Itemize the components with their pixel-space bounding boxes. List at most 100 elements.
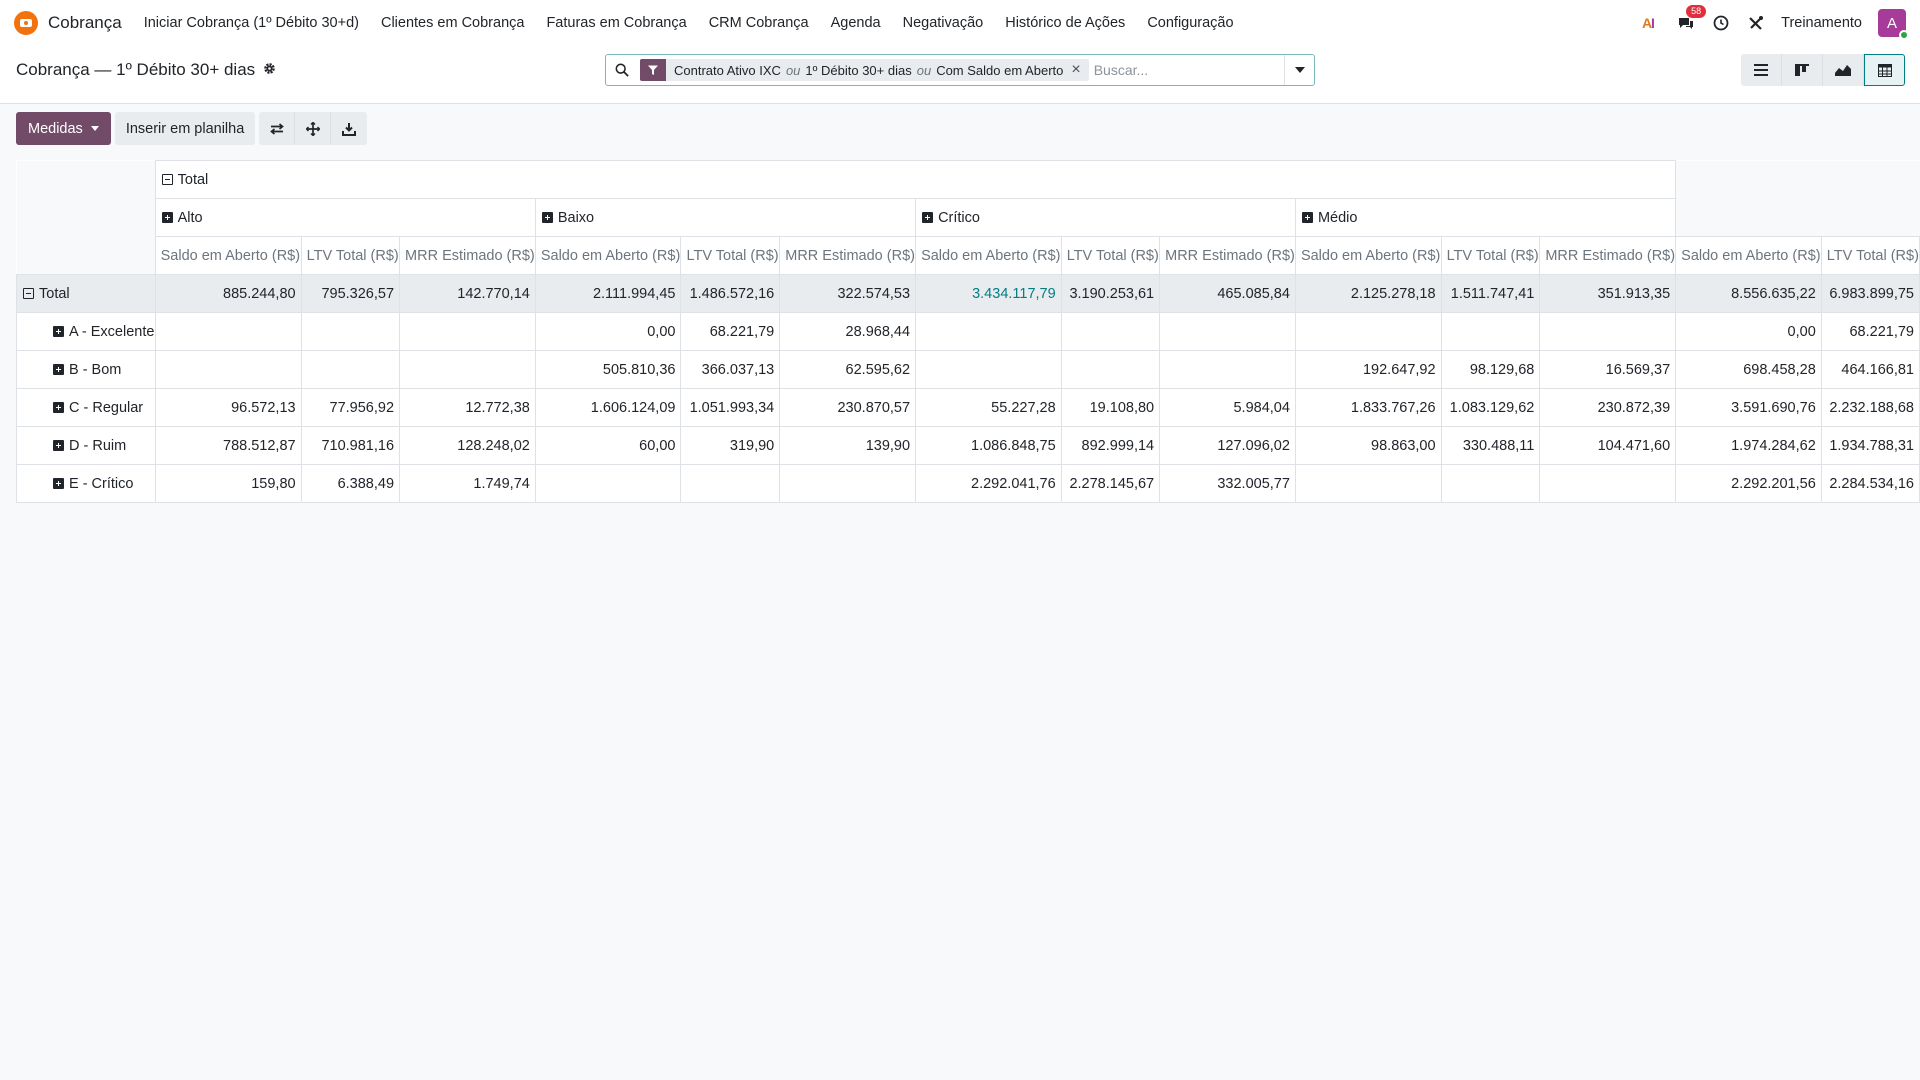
pivot-cell[interactable]	[399, 312, 536, 351]
pivot-cell[interactable]: 505.810,36	[534, 350, 682, 389]
menu-item-iniciar-cobranca[interactable]: Iniciar Cobrança (1º Débito 30+d)	[144, 15, 359, 31]
search-input[interactable]	[1088, 62, 1284, 78]
pivot-cell[interactable]: 5.984,04	[1159, 388, 1296, 427]
pivot-cell[interactable]	[1159, 312, 1296, 351]
pivot-cell[interactable]	[1294, 464, 1442, 503]
measure-header[interactable]: LTV Total (R$)	[300, 236, 401, 275]
col-header-baixo[interactable]: Baixo	[534, 198, 917, 237]
pivot-cell[interactable]: 1.486.572,16	[680, 274, 781, 313]
measure-header[interactable]: Saldo em Aberto (R$)	[915, 236, 1062, 275]
pivot-cell[interactable]	[300, 350, 401, 389]
measure-header[interactable]: MRR Estimado (R$)	[1539, 236, 1677, 275]
measure-header[interactable]: LTV Total (R$)	[1820, 236, 1920, 275]
list-view-icon[interactable]	[1741, 54, 1782, 86]
measure-header[interactable]: Saldo em Aberto (R$)	[154, 236, 302, 275]
pivot-cell[interactable]: 104.471,60	[1539, 426, 1677, 465]
ai-icon[interactable]: AI	[1641, 13, 1661, 33]
pivot-cell[interactable]: 230.872,39	[1539, 388, 1677, 427]
pivot-cell[interactable]: 3.434.117,79	[915, 274, 1062, 313]
pivot-cell[interactable]: 127.096,02	[1159, 426, 1296, 465]
pivot-cell[interactable]: 795.326,57	[300, 274, 401, 313]
messages-icon[interactable]: 58	[1676, 5, 1707, 33]
kanban-view-icon[interactable]	[1782, 54, 1823, 86]
row-header-total[interactable]: Total	[16, 274, 156, 313]
measure-header[interactable]: Saldo em Aberto (R$)	[1675, 236, 1822, 275]
measure-header[interactable]: LTV Total (R$)	[680, 236, 781, 275]
pivot-cell[interactable]: 788.512,87	[154, 426, 302, 465]
pivot-cell[interactable]: 96.572,13	[154, 388, 302, 427]
row-header[interactable]: D - Ruim	[16, 426, 156, 465]
company-switcher[interactable]: Treinamento	[1781, 15, 1862, 31]
menu-item-faturas[interactable]: Faturas em Cobrança	[546, 15, 686, 31]
pivot-cell[interactable]: 464.166,81	[1820, 350, 1920, 389]
measures-button[interactable]: Medidas	[16, 112, 111, 145]
pivot-cell[interactable]: 68.221,79	[680, 312, 781, 351]
insert-in-spreadsheet-button[interactable]: Inserir em planilha	[114, 112, 256, 145]
pivot-cell[interactable]: 8.556.635,22	[1675, 274, 1822, 313]
pivot-cell[interactable]: 1.749,74	[399, 464, 536, 503]
pivot-cell[interactable]: 55.227,28	[915, 388, 1062, 427]
pivot-cell[interactable]: 62.595,62	[779, 350, 917, 389]
menu-item-crm[interactable]: CRM Cobrança	[709, 15, 809, 31]
pivot-cell[interactable]	[915, 312, 1062, 351]
pivot-cell[interactable]: 698.458,28	[1675, 350, 1822, 389]
user-avatar[interactable]: A	[1878, 9, 1909, 40]
pivot-cell[interactable]: 1.934.788,31	[1820, 426, 1920, 465]
pivot-cell[interactable]: 1.051.993,34	[680, 388, 781, 427]
pivot-cell[interactable]	[154, 312, 302, 351]
menu-item-clientes[interactable]: Clientes em Cobrança	[381, 15, 524, 31]
pivot-cell[interactable]	[779, 464, 917, 503]
pivot-cell[interactable]: 1.086.848,75	[915, 426, 1062, 465]
pivot-cell[interactable]	[1294, 312, 1442, 351]
tools-icon[interactable]	[1746, 13, 1766, 33]
app-name[interactable]: Cobrança	[48, 13, 122, 33]
col-header-critico[interactable]: Crítico	[915, 198, 1296, 237]
pivot-cell[interactable]: 710.981,16	[300, 426, 401, 465]
expand-all-icon[interactable]	[295, 112, 332, 145]
measure-header[interactable]: MRR Estimado (R$)	[399, 236, 536, 275]
app-logo-icon[interactable]	[14, 11, 38, 35]
pivot-cell[interactable]	[399, 350, 536, 389]
pivot-cell[interactable]: 885.244,80	[154, 274, 302, 313]
graph-view-icon[interactable]	[1823, 54, 1864, 86]
pivot-cell[interactable]: 1.833.767,26	[1294, 388, 1442, 427]
pivot-cell[interactable]	[680, 464, 781, 503]
pivot-cell[interactable]: 2.111.994,45	[534, 274, 682, 313]
pivot-cell[interactable]: 6.983.899,75	[1820, 274, 1920, 313]
pivot-cell[interactable]: 1.606.124,09	[534, 388, 682, 427]
pivot-cell[interactable]: 2.278.145,67	[1060, 464, 1161, 503]
pivot-cell[interactable]	[154, 350, 302, 389]
row-header[interactable]: A - Excelente	[16, 312, 156, 351]
pivot-cell[interactable]: 465.085,84	[1159, 274, 1296, 313]
flip-axis-icon[interactable]	[259, 112, 296, 145]
pivot-cell[interactable]	[534, 464, 682, 503]
pivot-cell[interactable]: 12.772,38	[399, 388, 536, 427]
pivot-cell[interactable]: 0,00	[534, 312, 682, 351]
pivot-view-icon[interactable]	[1864, 54, 1905, 86]
pivot-cell[interactable]: 16.569,37	[1539, 350, 1677, 389]
pivot-cell[interactable]: 192.647,92	[1294, 350, 1442, 389]
gear-icon[interactable]	[263, 62, 276, 78]
menu-item-agenda[interactable]: Agenda	[831, 15, 881, 31]
measure-header[interactable]: MRR Estimado (R$)	[779, 236, 917, 275]
pivot-cell[interactable]	[1440, 312, 1541, 351]
measure-header[interactable]: MRR Estimado (R$)	[1159, 236, 1296, 275]
pivot-cell[interactable]: 77.956,92	[300, 388, 401, 427]
pivot-cell[interactable]: 366.037,13	[680, 350, 781, 389]
pivot-cell[interactable]: 0,00	[1675, 312, 1822, 351]
pivot-cell[interactable]	[915, 350, 1062, 389]
measure-header[interactable]: Saldo em Aberto (R$)	[534, 236, 682, 275]
pivot-cell[interactable]: 3.190.253,61	[1060, 274, 1161, 313]
pivot-cell[interactable]	[300, 312, 401, 351]
pivot-cell[interactable]: 98.863,00	[1294, 426, 1442, 465]
pivot-cell[interactable]	[1060, 312, 1161, 351]
pivot-cell[interactable]: 98.129,68	[1440, 350, 1541, 389]
col-header-total[interactable]: Total	[154, 160, 1677, 199]
menu-item-historico[interactable]: Histórico de Ações	[1005, 15, 1125, 31]
pivot-cell[interactable]	[1060, 350, 1161, 389]
search-options-toggle[interactable]	[1284, 55, 1314, 85]
pivot-cell[interactable]	[1440, 464, 1541, 503]
pivot-cell[interactable]: 159,80	[154, 464, 302, 503]
pivot-cell[interactable]: 68.221,79	[1820, 312, 1920, 351]
pivot-cell[interactable]: 19.108,80	[1060, 388, 1161, 427]
